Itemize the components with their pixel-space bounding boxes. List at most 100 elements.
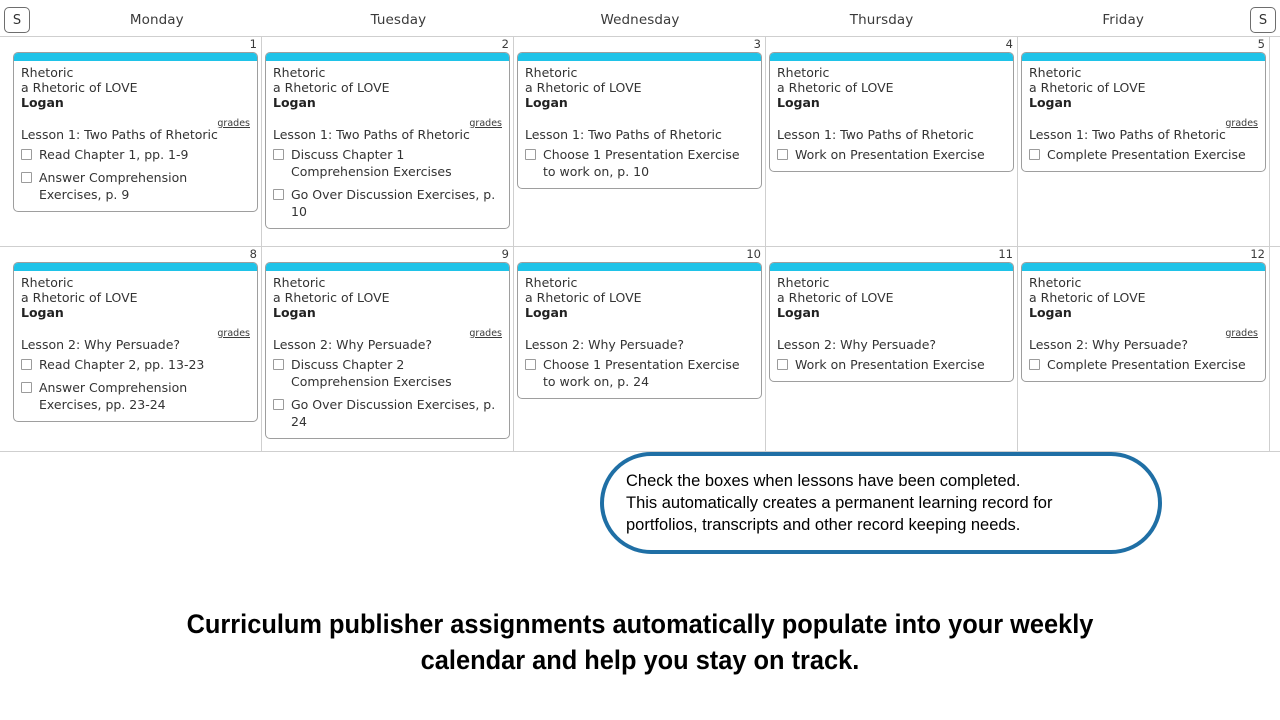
task-label: Complete Presentation Exercise [1047, 147, 1246, 162]
sunday-toggle-button[interactable]: S [1250, 7, 1276, 33]
day-cell[interactable]: 12 Rhetoric a Rhetoric of LOVE Logan grades L… [1018, 247, 1270, 451]
weekend-column-collapsed-right[interactable] [1270, 247, 1280, 451]
day-number: 10 [746, 247, 761, 261]
assignment-card[interactable]: Rhetorica Rhetoric of LOVELogangradesLes… [1021, 262, 1266, 382]
grades-link[interactable]: grades [217, 328, 250, 339]
course-name: Rhetoric [273, 275, 326, 290]
assignment-task[interactable]: Go Over Discussion Exercises, p. 24 [273, 396, 502, 430]
course-name: Rhetoric [1029, 65, 1082, 80]
lesson-title: Lesson 1: Two Paths of Rhetoric [777, 127, 974, 142]
assignment-card-body: Rhetorica Rhetoric of LOVELogangradesLes… [770, 271, 1013, 381]
day-cell[interactable]: 9 Rhetoric a Rhetoric of LOVE Logan grades Le… [262, 247, 514, 451]
task-checkbox[interactable] [1029, 149, 1040, 160]
assignment-card[interactable]: Rhetorica Rhetoric of LOVELogangradesLes… [517, 262, 762, 399]
assignment-task[interactable]: Discuss Chapter 1 Comprehension Exercise… [273, 146, 502, 180]
card-accent-bar [518, 53, 761, 61]
task-label: Read Chapter 1, pp. 1-9 [39, 147, 189, 162]
day-number: 9 [501, 247, 509, 261]
assignment-card[interactable]: Rhetorica Rhetoric of LOVELogangradesLes… [13, 52, 258, 212]
assignment-card-body: Rhetorica Rhetoric of LOVELogangradesLes… [14, 61, 257, 211]
weekend-column-collapsed-left[interactable] [0, 37, 10, 246]
course-name: Rhetoric [1029, 275, 1082, 290]
assignment-task[interactable]: Choose 1 Presentation Exercise to work o… [525, 356, 754, 390]
assignment-task[interactable]: Answer Comprehension Exercises, pp. 23-2… [21, 379, 250, 413]
assignment-card[interactable]: Rhetorica Rhetoric of LOVELogangradesLes… [265, 52, 510, 229]
day-cell[interactable]: 8 Rhetoric a Rhetoric of LOVE Logan grades Le… [10, 247, 262, 451]
dayname-wednesday: Wednesday [600, 12, 680, 28]
assignment-task[interactable]: Discuss Chapter 2 Comprehension Exercise… [273, 356, 502, 390]
student-name: Logan [273, 95, 316, 110]
day-number: 1 [249, 37, 257, 51]
assignment-card[interactable]: Rhetorica Rhetoric of LOVELogangradesLes… [1021, 52, 1266, 172]
day-cell[interactable]: 5 Rhetoric a Rhetoric of LOVE Logan grades Le… [1018, 37, 1270, 246]
day-number: 11 [998, 247, 1013, 261]
assignment-card-body: Rhetorica Rhetoric of LOVELogangradesLes… [266, 61, 509, 228]
task-checkbox[interactable] [1029, 359, 1040, 370]
assignment-card[interactable]: Rhetorica Rhetoric of LOVELogangradesLes… [265, 262, 510, 439]
assignment-task[interactable]: Go Over Discussion Exercises, p. 10 [273, 186, 502, 220]
grades-link-row: grades [525, 321, 754, 334]
grades-link[interactable]: grades [469, 328, 502, 339]
day-cell[interactable]: 10 Rhetorica Rhetoric of LOVELogangrades L… [514, 247, 766, 451]
day-cell[interactable]: 4 Rhetorica Rhetoric of LOVELogangrades Le… [766, 37, 1018, 246]
lesson-title: Lesson 1: Two Paths of Rhetoric [1029, 127, 1226, 142]
weekend-right-slot: S [1244, 7, 1280, 33]
weekend-column-collapsed-right[interactable] [1270, 37, 1280, 246]
task-checkbox[interactable] [777, 149, 788, 160]
weekly-calendar-page: S Monday Tuesday Wednesday Thursday Frid… [0, 0, 1280, 720]
task-checkbox[interactable] [525, 359, 536, 370]
assignment-task[interactable]: Complete Presentation Exercise [1029, 356, 1258, 373]
grades-link[interactable]: grades [217, 118, 250, 129]
assignment-card[interactable]: Rhetorica Rhetoric of LOVELogangradesLes… [769, 262, 1014, 382]
task-checkbox[interactable] [21, 172, 32, 183]
course-subtitle: a Rhetoric of LOVE [525, 289, 642, 305]
calendar-week-row: 8 Rhetoric a Rhetoric of LOVE Logan grades Le… [0, 247, 1280, 452]
assignment-task[interactable]: Read Chapter 1, pp. 1-9 [21, 146, 250, 163]
grades-link[interactable]: grades [469, 118, 502, 129]
day-cell[interactable]: 3 Rhetorica Rhetoric of LOVELogangrades Le… [514, 37, 766, 246]
course-subtitle: a Rhetoric of LOVE [777, 289, 894, 305]
assignment-card[interactable]: Rhetorica Rhetoric of LOVELogangradesLes… [13, 262, 258, 422]
task-label: Answer Comprehension Exercises, p. 9 [39, 170, 188, 202]
day-cell[interactable]: 11 Rhetorica Rhetoric of LOVELogangrades L… [766, 247, 1018, 451]
assignment-card[interactable]: Rhetorica Rhetoric of LOVELogangradesLes… [517, 52, 762, 189]
task-checkbox[interactable] [273, 149, 284, 160]
grades-link-row: grades [777, 321, 1006, 334]
instruction-callout: Check the boxes when lessons have been c… [600, 452, 1162, 554]
task-checkbox[interactable] [777, 359, 788, 370]
student-name: Logan [777, 95, 820, 110]
task-checkbox[interactable] [273, 399, 284, 410]
day-cell[interactable]: 2 Rhetoric a Rhetoric of LOVE Logan grades Le… [262, 37, 514, 246]
task-label: Choose 1 Presentation Exercise to work o… [543, 147, 740, 179]
assignment-card[interactable]: Rhetorica Rhetoric of LOVELogangradesLes… [769, 52, 1014, 172]
weekend-column-collapsed-left[interactable] [0, 247, 10, 451]
assignment-task[interactable]: Work on Presentation Exercise [777, 146, 1006, 163]
assignment-task[interactable]: Choose 1 Presentation Exercise to work o… [525, 146, 754, 180]
assignment-task[interactable]: Answer Comprehension Exercises, p. 9 [21, 169, 250, 203]
assignment-task[interactable]: Read Chapter 2, pp. 13-23 [21, 356, 250, 373]
task-label: Complete Presentation Exercise [1047, 357, 1246, 372]
calendar-grid: 1 Rhetoric a Rhetoric of LOVE Logan grades Le… [0, 36, 1280, 452]
grades-link-row: grades [273, 321, 502, 339]
assignment-task[interactable]: Complete Presentation Exercise [1029, 146, 1258, 163]
assignment-task[interactable]: Work on Presentation Exercise [777, 356, 1006, 373]
course-name: Rhetoric [777, 275, 830, 290]
grades-link[interactable]: grades [1225, 328, 1258, 339]
assignment-card-body: Rhetorica Rhetoric of LOVELogangradesLes… [770, 61, 1013, 171]
task-checkbox[interactable] [273, 189, 284, 200]
day-number: 12 [1250, 247, 1265, 261]
student-name: Logan [525, 95, 568, 110]
day-name-row: Monday Tuesday Wednesday Thursday Friday [36, 12, 1244, 28]
task-checkbox[interactable] [273, 359, 284, 370]
task-label: Work on Presentation Exercise [795, 357, 985, 372]
task-checkbox[interactable] [525, 149, 536, 160]
course-name: Rhetoric [21, 275, 74, 290]
lesson-title: Lesson 1: Two Paths of Rhetoric [21, 127, 218, 142]
course-subtitle: a Rhetoric of LOVE [21, 79, 138, 95]
day-cell[interactable]: 1 Rhetoric a Rhetoric of LOVE Logan grades Le… [10, 37, 262, 246]
task-checkbox[interactable] [21, 149, 32, 160]
saturday-toggle-button[interactable]: S [4, 7, 30, 33]
task-checkbox[interactable] [21, 382, 32, 393]
grades-link[interactable]: grades [1225, 118, 1258, 129]
task-checkbox[interactable] [21, 359, 32, 370]
